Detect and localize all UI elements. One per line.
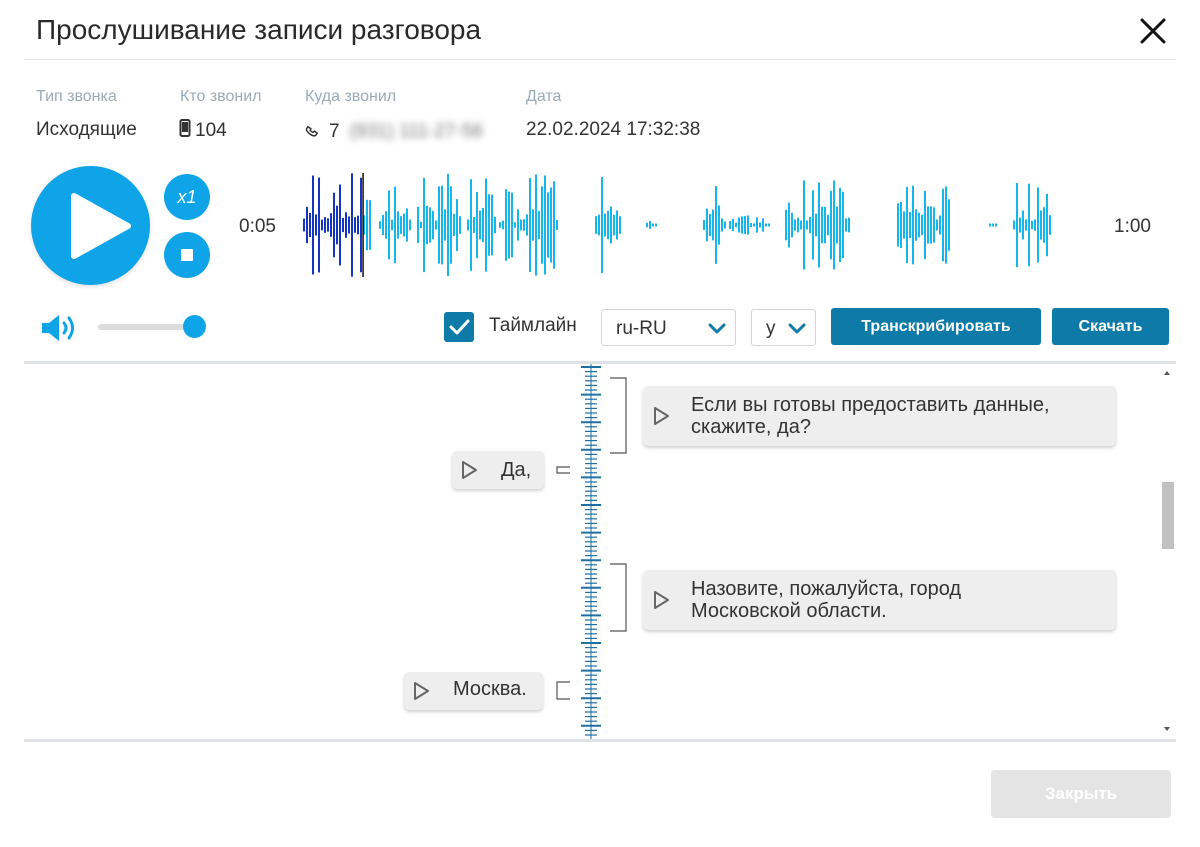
callee-number-prefix: 7 xyxy=(329,121,340,142)
transcript-message[interactable]: Если вы готовы предоставить данные, скаж… xyxy=(643,386,1116,446)
call-type-text: Исходящие xyxy=(36,119,137,140)
mobile-phone-icon xyxy=(179,119,191,143)
play-icon xyxy=(71,193,131,259)
transcribe-button[interactable]: Транскрибировать xyxy=(831,308,1041,345)
header-divider xyxy=(24,59,1176,60)
transcript-panel[interactable]: Если вы готовы предоставить данные, скаж… xyxy=(24,364,1176,739)
checkmark-icon xyxy=(449,319,470,335)
stop-button[interactable] xyxy=(164,232,210,278)
play-segment-icon[interactable] xyxy=(651,406,671,426)
message-text: Москва. xyxy=(453,678,527,700)
transcript-message[interactable]: Москва. xyxy=(404,672,543,710)
play-segment-icon[interactable] xyxy=(651,590,671,610)
scroll-up-arrow-icon[interactable] xyxy=(1164,371,1170,375)
caller-number: 104 xyxy=(195,120,227,141)
message-line: Назовите, пожалуйста, город xyxy=(691,578,962,600)
segment-bracket xyxy=(556,681,570,700)
message-line: Если вы готовы предоставить данные, xyxy=(691,394,1050,416)
date-label: Дата xyxy=(526,88,562,105)
language-select-value: ru-RU xyxy=(616,318,667,339)
date-value: 22.02.2024 17:32:38 xyxy=(526,119,700,141)
timeline-label: Таймлайн xyxy=(489,315,577,336)
mode-select[interactable]: у xyxy=(751,309,816,346)
call-type-value: Исходящие xyxy=(36,119,137,141)
segment-bracket xyxy=(556,466,570,474)
playback-speed-button[interactable]: x1 xyxy=(164,174,210,220)
scroll-down-arrow-icon[interactable] xyxy=(1164,727,1170,731)
play-button[interactable] xyxy=(31,166,150,285)
date-text: 22.02.2024 17:32:38 xyxy=(526,119,701,140)
transcript-bottom-border xyxy=(24,739,1176,742)
chevron-down-icon xyxy=(708,323,726,334)
total-time: 1:00 xyxy=(1114,216,1151,237)
caller-label: Кто звонил xyxy=(180,88,262,105)
playback-speed-label: x1 xyxy=(177,186,197,207)
mode-select-value: у xyxy=(766,318,776,339)
play-segment-icon[interactable] xyxy=(411,681,431,701)
message-text: Да, xyxy=(501,459,532,481)
message-line: Московской области. xyxy=(691,600,887,622)
timeline-checkbox[interactable] xyxy=(444,312,474,342)
close-button[interactable]: Закрыть xyxy=(991,770,1171,818)
transcript-message[interactable]: Да, xyxy=(452,451,544,489)
phone-handset-icon xyxy=(305,119,325,145)
message-line: скажите, да? xyxy=(691,416,811,438)
scrollbar-thumb[interactable] xyxy=(1162,482,1174,549)
call-type-label: Тип звонка xyxy=(36,88,117,105)
callee-number-blurred: (931) 111-27-56 xyxy=(349,121,484,142)
audio-waveform[interactable] xyxy=(300,168,1060,283)
transcript-message[interactable]: Назовите, пожалуйста, город Московской о… xyxy=(643,570,1116,630)
dialog-title: Прослушивание записи разговора xyxy=(36,14,482,45)
callee-label: Куда звонил xyxy=(305,88,397,105)
volume-icon[interactable] xyxy=(40,312,82,349)
caller-value: 104 xyxy=(179,119,227,143)
volume-slider-thumb[interactable] xyxy=(183,315,206,338)
message-text: Назовите, пожалуйста, город Московской о… xyxy=(691,578,961,622)
segment-bracket xyxy=(610,563,627,632)
callee-value: 7 (931) 111-27-56 xyxy=(305,119,483,145)
transcript-scrollbar[interactable] xyxy=(1158,364,1176,739)
segment-bracket xyxy=(610,377,627,454)
volume-slider-track[interactable] xyxy=(98,324,195,330)
close-icon[interactable] xyxy=(1137,15,1169,47)
download-button[interactable]: Скачать xyxy=(1052,308,1169,345)
timeline-ruler xyxy=(581,364,601,739)
message-text: Если вы готовы предоставить данные, скаж… xyxy=(691,394,1050,438)
language-select[interactable]: ru-RU xyxy=(601,309,736,346)
play-segment-icon[interactable] xyxy=(459,460,479,480)
current-time: 0:05 xyxy=(239,216,276,237)
chevron-down-icon xyxy=(788,323,806,334)
stop-icon xyxy=(181,249,193,261)
